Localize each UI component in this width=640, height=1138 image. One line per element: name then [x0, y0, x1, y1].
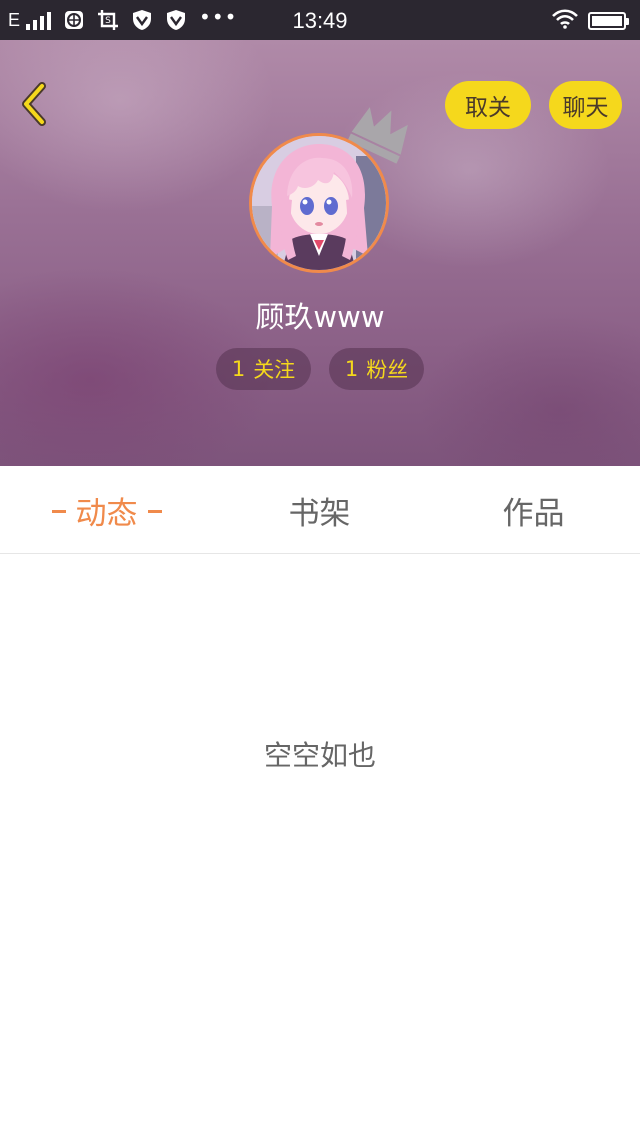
- status-time: 13:49: [292, 8, 348, 33]
- tab-bookshelf[interactable]: 书架: [213, 466, 426, 554]
- chat-button[interactable]: 聊天: [549, 81, 622, 129]
- avatar-anime-girl-image: [252, 136, 386, 270]
- profile-screen: E S ••• 13:49 取关 聊天 顾玖www 1 关注 1 粉丝 动态 书…: [0, 0, 640, 1138]
- fans-count: 1: [344, 357, 359, 381]
- fans-count-chip[interactable]: 1 粉丝: [329, 348, 424, 390]
- username: 顾玖www: [255, 300, 385, 334]
- unfollow-button[interactable]: 取关: [445, 81, 531, 129]
- status-bar-right: [552, 9, 629, 33]
- active-tab-indicator-right: [147, 509, 162, 513]
- profile-header: 取关 聊天 顾玖www 1 关注 1 粉丝: [0, 40, 640, 466]
- tab-works[interactable]: 作品: [427, 466, 640, 554]
- profile-tabs: 动态 书架 作品: [0, 466, 640, 554]
- empty-state-text: 空空如也: [263, 739, 376, 772]
- wifi-icon: [552, 9, 578, 33]
- active-tab-indicator-left: [51, 509, 66, 513]
- following-count-chip[interactable]: 1 关注: [216, 348, 311, 390]
- status-bar: E S ••• 13:49: [0, 0, 640, 40]
- battery-icon: [588, 12, 629, 30]
- fans-label: 粉丝: [366, 358, 409, 382]
- back-button[interactable]: [14, 82, 54, 130]
- avatar[interactable]: [249, 133, 389, 273]
- tab-works-label: 作品: [502, 495, 565, 532]
- tab-bookshelf-label: 书架: [288, 495, 351, 532]
- following-label: 关注: [253, 358, 296, 382]
- tab-dynamic-label: 动态: [75, 495, 138, 532]
- tab-dynamic[interactable]: 动态: [0, 466, 213, 554]
- following-count: 1: [231, 357, 246, 381]
- battery-level: [592, 16, 622, 26]
- chevron-left-icon: [18, 82, 50, 130]
